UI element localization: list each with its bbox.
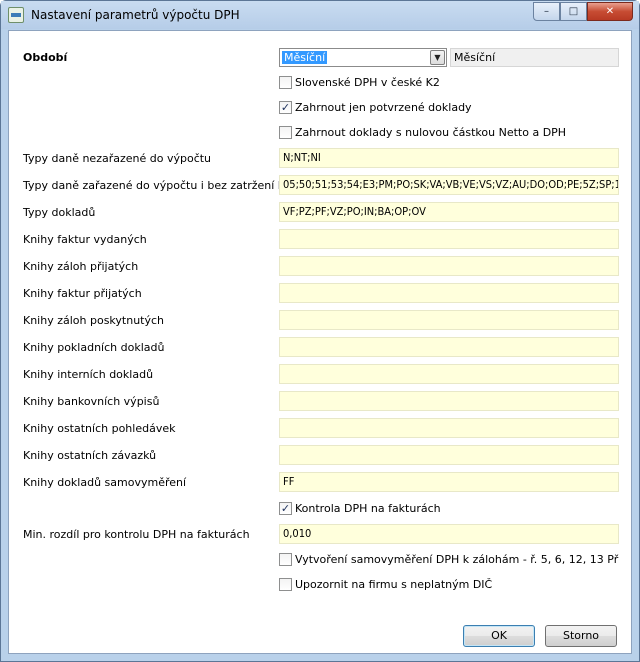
window-title: Nastavení parametrů výpočtu DPH	[31, 8, 240, 22]
period-display: Měsíční	[450, 48, 619, 67]
checkbox-box[interactable]	[279, 76, 292, 89]
other-receivables-books-input[interactable]	[279, 418, 619, 438]
field-label: Knihy záloh poskytnutých	[23, 314, 165, 327]
field-label: Typy daně zařazené do výpočtu i bez zatr…	[23, 179, 302, 192]
min-diff-label: Min. rozdíl pro kontrolu DPH na fakturác…	[23, 528, 250, 541]
chevron-down-icon[interactable]: ▼	[430, 50, 445, 65]
tax-types-included-input[interactable]: 05;50;51;53;54;E3;PM;PO;SK;VA;VB;VE;VS;V…	[279, 175, 619, 195]
field-label: Knihy faktur přijatých	[23, 287, 142, 300]
maximize-button[interactable]: □	[560, 2, 587, 21]
minimize-button[interactable]: –	[533, 2, 560, 21]
period-select[interactable]: Měsíční ▼	[279, 48, 447, 67]
bank-statements-books-input[interactable]	[279, 391, 619, 411]
field-label: Knihy ostatních závazků	[23, 449, 157, 462]
checkbox-box[interactable]	[279, 126, 292, 139]
other-liabilities-books-input[interactable]	[279, 445, 619, 465]
self-assessment-books-input[interactable]: FF	[279, 472, 619, 492]
field-label: Knihy záloh přijatých	[23, 260, 139, 273]
checkbox-label: Zahrnout doklady s nulovou částkou Netto…	[295, 126, 567, 139]
internal-documents-books-input[interactable]	[279, 364, 619, 384]
field-label: Knihy interních dokladů	[23, 368, 154, 381]
checkbox-box[interactable]	[279, 553, 292, 566]
document-types-input[interactable]: VF;PZ;PF;VZ;PO;IN;BA;OP;OV	[279, 202, 619, 222]
ok-button[interactable]: OK	[463, 625, 535, 647]
received-advances-books-input[interactable]	[279, 256, 619, 276]
provided-advances-books-input[interactable]	[279, 310, 619, 330]
checkbox-label: Vytvoření samovyměření DPH k zálohám - ř…	[295, 553, 619, 566]
tax-types-excluded-input[interactable]: N;NT;NI	[279, 148, 619, 168]
checkbox-box-checked[interactable]: ✓	[279, 502, 292, 515]
dialog-window: Nastavení parametrů výpočtu DPH – □ ✕ Ob…	[0, 0, 640, 662]
checkbox-self-assessment-advances[interactable]: Vytvoření samovyměření DPH k zálohám - ř…	[279, 552, 619, 568]
cash-documents-books-input[interactable]	[279, 337, 619, 357]
dialog-body: Období Měsíční ▼ Měsíční Slovenské DPH v…	[8, 30, 632, 654]
checkbox-label: Slovenské DPH v české K2	[295, 76, 440, 89]
app-icon	[8, 7, 24, 23]
checkbox-label: Kontrola DPH na fakturách	[295, 502, 441, 515]
issued-invoices-books-input[interactable]	[279, 229, 619, 249]
field-label: Typy daně nezařazené do výpočtu	[23, 152, 212, 165]
checkbox-label: Zahrnout jen potvrzené doklady	[295, 101, 472, 114]
period-label: Období	[23, 51, 68, 64]
field-label: Knihy bankovních výpisů	[23, 395, 160, 408]
period-selected-value: Měsíční	[282, 51, 328, 64]
checkbox-label: Upozornit na firmu s neplatným DIČ	[295, 578, 493, 591]
close-button[interactable]: ✕	[587, 2, 633, 21]
field-label: Knihy faktur vydaných	[23, 233, 147, 246]
cancel-button[interactable]: Storno	[545, 625, 617, 647]
field-label: Typy dokladů	[23, 206, 96, 219]
field-label: Knihy pokladních dokladů	[23, 341, 165, 354]
min-diff-input[interactable]: 0,010	[279, 524, 619, 544]
field-label: Knihy ostatních pohledávek	[23, 422, 176, 435]
field-label: Knihy dokladů samovyměření	[23, 476, 187, 489]
checkbox-box[interactable]	[279, 578, 292, 591]
received-invoices-books-input[interactable]	[279, 283, 619, 303]
checkbox-box-checked[interactable]: ✓	[279, 101, 292, 114]
title-bar[interactable]: Nastavení parametrů výpočtu DPH – □ ✕	[1, 1, 639, 29]
